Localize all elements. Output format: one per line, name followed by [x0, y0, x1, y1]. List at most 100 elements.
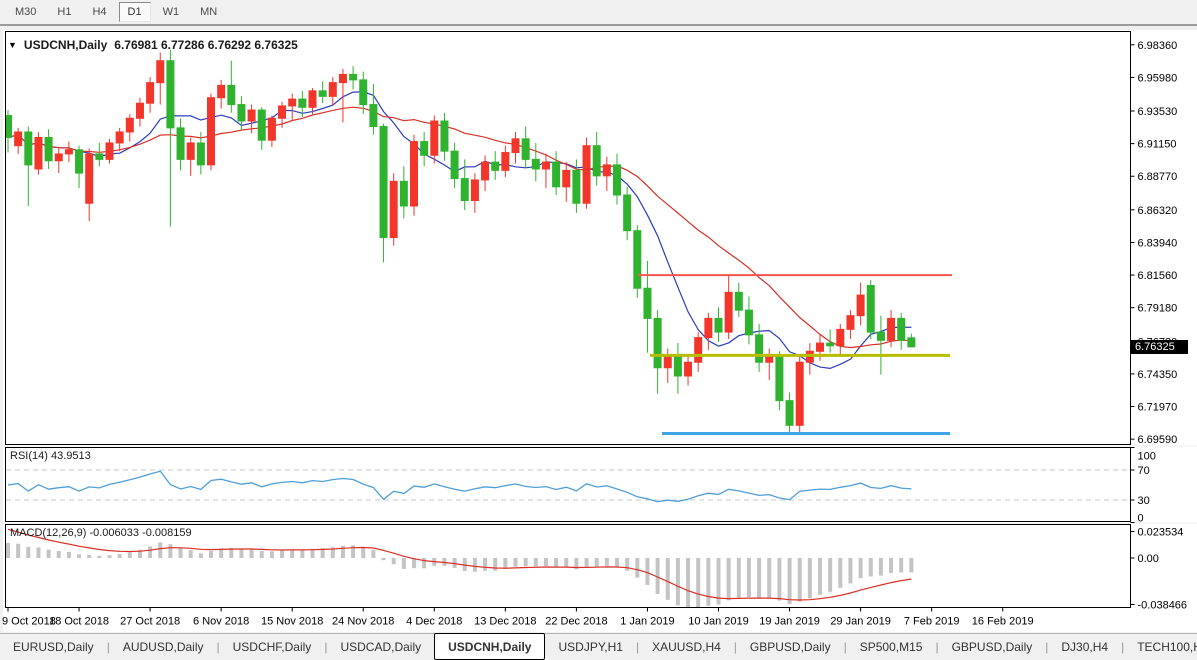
time-axis-label: 6 Nov 2018 — [193, 616, 249, 628]
price-axis-label: 6.86320 — [1138, 205, 1178, 217]
price-axis-label: 6.91150 — [1138, 139, 1177, 151]
time-axis-label: 22 Dec 2018 — [545, 616, 607, 628]
rsi-indicator-label: RSI(14) 43.9513 — [10, 450, 91, 462]
price-axis-label: 6.71970 — [1138, 402, 1178, 414]
timeframe-button-m30[interactable]: M30 — [6, 2, 45, 22]
candle — [85, 153, 94, 204]
candle — [389, 180, 398, 239]
timeframe-button-d1[interactable]: D1 — [118, 2, 151, 22]
candle — [75, 149, 84, 174]
rsi-panel[interactable] — [5, 447, 1131, 522]
time-axis-label: 15 Nov 2018 — [261, 616, 323, 628]
time-axis-label: 13 Dec 2018 — [474, 616, 536, 628]
candle — [897, 317, 906, 341]
time-axis-label: 16 Feb 2019 — [972, 616, 1034, 628]
candle — [552, 161, 561, 188]
candle — [267, 117, 276, 141]
timeframe-button-w1[interactable]: W1 — [154, 2, 189, 22]
candle — [399, 180, 408, 207]
candle — [420, 141, 429, 156]
candle — [440, 120, 449, 152]
candle — [14, 131, 23, 147]
mt4-window: 6.98360 6.95980 6.93530 6.91150 6.88770 6.863… — [0, 0, 1197, 660]
candle — [450, 150, 459, 180]
chart-tab-dj30-h4[interactable]: DJ30,H4 — [1048, 634, 1121, 660]
candle — [379, 125, 388, 239]
chart-canvas[interactable]: 6.98360 6.95980 6.93530 6.91150 6.88770 6.863… — [0, 0, 1197, 660]
timeframe-button-h4[interactable]: H4 — [83, 2, 115, 22]
candle — [643, 287, 652, 319]
candle — [146, 82, 155, 104]
candle — [623, 194, 632, 232]
price-axis-label: 6.79180 — [1138, 303, 1178, 315]
panel-splitter[interactable] — [3, 445, 1197, 447]
price-axis-label: 6.93530 — [1138, 106, 1178, 118]
time-axis-label: 19 Jan 2019 — [759, 616, 820, 628]
candle — [816, 342, 824, 352]
chart-tab-usdcad-daily[interactable]: USDCAD,Daily — [327, 634, 434, 660]
chart-title: ▼ USDCNH,Daily 6.76981 6.77286 6.76292 6… — [8, 38, 298, 52]
symbol-dropdown-icon[interactable]: ▼ — [8, 40, 17, 50]
candle — [54, 153, 63, 162]
candle — [582, 145, 591, 204]
price-axis-label: 6.74350 — [1138, 369, 1178, 381]
candle — [308, 90, 317, 108]
candle — [247, 109, 256, 122]
candle — [24, 131, 33, 166]
chart-tab-usdjpy-h1[interactable]: USDJPY,H1 — [545, 634, 635, 660]
chart-symbol-period: USDCNH,Daily — [23, 38, 108, 52]
timeframe-button-h1[interactable]: H1 — [48, 2, 80, 22]
macd-axis-label: 0.023534 — [1138, 527, 1184, 539]
candle — [491, 161, 500, 171]
macd-axis-label: -0.038466 — [1138, 600, 1188, 612]
candle — [105, 142, 114, 160]
chart-tab-gbpusd-daily[interactable]: GBPUSD,Daily — [939, 634, 1046, 660]
price-axis-label: 6.95980 — [1138, 72, 1178, 84]
candle — [785, 400, 794, 426]
candle — [653, 317, 662, 369]
price-axis-label: 6.88770 — [1138, 171, 1178, 183]
candle — [826, 342, 835, 347]
price-axis-label: 6.83940 — [1138, 237, 1178, 249]
chart-tab-sp500-m15[interactable]: SP500,M15 — [847, 634, 936, 660]
candle — [501, 152, 510, 171]
chart-tab-gbpusd-daily[interactable]: GBPUSD,Daily — [737, 634, 844, 660]
candle — [795, 361, 804, 426]
candle — [734, 291, 743, 311]
candle — [196, 142, 205, 166]
time-axis-label: 18 Oct 2018 — [49, 616, 109, 628]
candle — [775, 356, 784, 402]
candle — [64, 149, 73, 155]
candle — [714, 317, 723, 333]
candle — [125, 117, 134, 133]
candle — [866, 284, 875, 333]
price-axis-label: 6.81560 — [1138, 270, 1178, 282]
chart-tab-xauusd-h4[interactable]: XAUUSD,H4 — [639, 634, 734, 660]
candle — [704, 317, 713, 339]
candle — [44, 136, 53, 162]
candle — [744, 309, 753, 336]
macd-axis-label: 0.00 — [1138, 553, 1159, 565]
candle — [511, 138, 520, 154]
candle — [481, 161, 490, 181]
candle — [684, 361, 693, 377]
chart-tab-tech100-h1[interactable]: TECH100,H1 — [1124, 634, 1197, 660]
chart-tab-usdcnh-daily[interactable]: USDCNH,Daily — [434, 633, 546, 660]
candle — [176, 127, 185, 160]
candle — [359, 79, 368, 106]
candle — [613, 164, 621, 196]
candle — [836, 328, 845, 347]
chart-tab-eurusd-daily[interactable]: EURUSD,Daily — [0, 634, 107, 660]
candle — [207, 97, 215, 166]
candle — [217, 84, 226, 99]
chart-tab-usdchf-daily[interactable]: USDCHF,Daily — [220, 634, 325, 660]
candle — [470, 179, 479, 202]
timeframe-button-mn[interactable]: MN — [191, 2, 226, 22]
time-axis-label: 9 Oct 2018 — [2, 616, 56, 628]
current-price-tag: 6.76325 — [1131, 340, 1188, 354]
panel-splitter[interactable] — [3, 522, 1197, 524]
chart-tab-audusd-daily[interactable]: AUDUSD,Daily — [110, 634, 217, 660]
candle — [887, 317, 896, 341]
candle — [328, 82, 337, 97]
candle — [278, 105, 287, 119]
